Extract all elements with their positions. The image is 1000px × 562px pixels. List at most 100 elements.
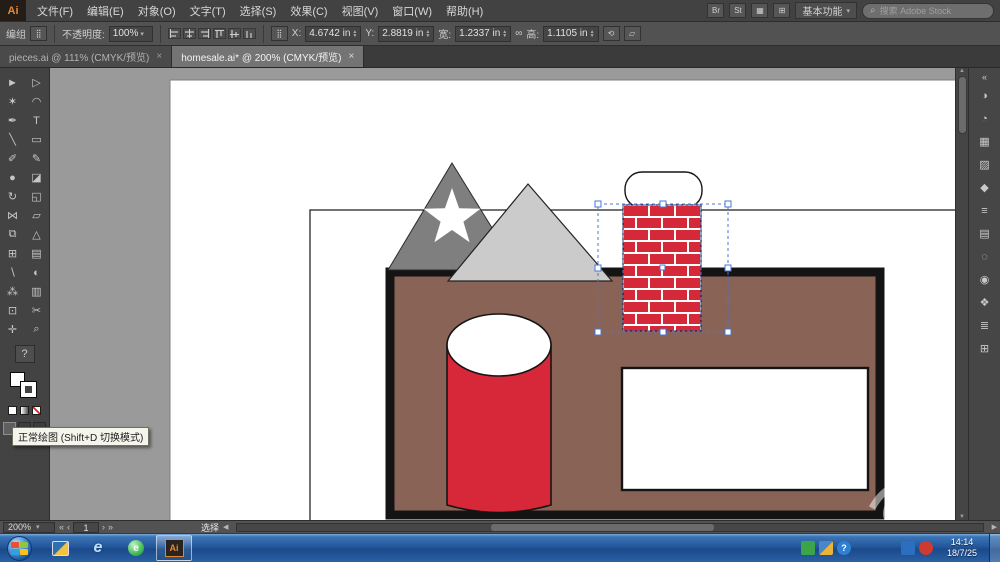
anchor-convert-icon[interactable]: ⣿ — [30, 26, 47, 41]
menu-help[interactable]: 帮助(H) — [439, 0, 490, 22]
zoom-tool[interactable]: ⌕ — [25, 320, 49, 339]
color-guide-panel-icon[interactable]: ◔ — [973, 107, 997, 130]
cylinder-top-ellipse[interactable] — [447, 314, 551, 376]
mesh-tool[interactable]: ⊞ — [1, 244, 25, 263]
rotate-tool[interactable]: ↻ — [1, 187, 25, 206]
appearance-panel-icon[interactable]: ◉ — [973, 268, 997, 291]
stroke-swatch[interactable] — [21, 382, 36, 397]
align-bottom-button[interactable] — [243, 28, 256, 39]
horizontal-scroll-thumb[interactable] — [491, 524, 715, 531]
menu-type[interactable]: 文字(T) — [183, 0, 233, 22]
first-artboard-button[interactable]: « — [59, 522, 64, 532]
hand-tool[interactable]: ✛ — [1, 320, 25, 339]
show-desktop-button[interactable] — [989, 534, 1000, 562]
width-input[interactable]: 1.2337 in ▲▼ — [455, 26, 511, 42]
tray-help-icon[interactable]: ? — [837, 541, 851, 555]
scale-tool[interactable]: ◱ — [25, 187, 49, 206]
selection-handle[interactable] — [660, 201, 666, 207]
taskbar-item-browser[interactable]: e — [118, 535, 154, 561]
direct-selection-tool[interactable]: ▷ — [25, 73, 49, 92]
taskbar-item-ie[interactable]: e — [80, 535, 116, 561]
selection-handle[interactable] — [725, 329, 731, 335]
constrain-proportions-icon[interactable]: ∞ — [515, 28, 522, 39]
selection-handle[interactable] — [660, 329, 666, 335]
artboards-panel-icon[interactable]: ⊞ — [973, 337, 997, 360]
layers-panel-icon[interactable]: ≣ — [973, 314, 997, 337]
blend-tool[interactable]: ◐ — [25, 263, 49, 282]
help-button[interactable]: ? — [15, 345, 35, 363]
none-button[interactable] — [32, 406, 41, 415]
swatches-panel-icon[interactable]: ▦ — [973, 130, 997, 153]
selection-handle[interactable] — [595, 201, 601, 207]
pencil-tool[interactable]: ✎ — [25, 149, 49, 168]
tile-documents-icon[interactable]: ⊞ — [773, 3, 790, 18]
window-rectangle[interactable] — [622, 368, 868, 490]
scroll-right-icon[interactable]: ▶ — [992, 523, 997, 531]
blob-brush-tool[interactable]: ● — [1, 168, 25, 187]
selection-handle[interactable] — [725, 201, 731, 207]
horizontal-scrollbar[interactable] — [236, 523, 983, 532]
transparency-panel-icon[interactable]: ◌ — [973, 245, 997, 268]
pen-tool[interactable]: ✒ — [1, 111, 25, 130]
lasso-tool[interactable]: ◠ — [25, 92, 49, 111]
x-input[interactable]: 4.6742 in ▲▼ — [305, 26, 361, 42]
stock-search-box[interactable]: ⌕ — [862, 3, 994, 19]
symbol-sprayer-tool[interactable]: ⁂ — [1, 282, 25, 301]
slice-tool[interactable]: ✂ — [25, 301, 49, 320]
artboard-tool[interactable]: ⊡ — [1, 301, 25, 320]
stepper-icon[interactable]: ▲▼ — [425, 30, 430, 38]
type-tool[interactable]: T — [25, 111, 49, 130]
shape-builder-tool[interactable]: ⧉ — [1, 225, 25, 244]
fill-stroke-widget[interactable] — [8, 371, 42, 401]
tray-green-icon[interactable] — [801, 541, 815, 555]
previous-artboard-button[interactable]: ‹ — [67, 522, 70, 532]
scroll-up-icon[interactable]: ▲ — [959, 68, 965, 74]
eyedropper-tool[interactable]: ∖ — [1, 263, 25, 282]
taskbar-clock[interactable]: 14:14 18/7/25 — [947, 537, 977, 559]
taskbar-item-photos[interactable] — [42, 535, 78, 561]
menu-view[interactable]: 视图(V) — [335, 0, 386, 22]
line-segment-tool[interactable]: ╲ — [1, 130, 25, 149]
zoom-control[interactable]: 200% ▾ — [3, 522, 55, 533]
gradient-button[interactable] — [20, 406, 29, 415]
stepper-icon[interactable]: ▲▼ — [590, 30, 595, 38]
paintbrush-tool[interactable]: ✐ — [1, 149, 25, 168]
rotate-icon[interactable]: ⟲ — [603, 26, 620, 41]
workspace-switcher[interactable]: 基本功能 ▾ — [795, 2, 857, 19]
selection-handle[interactable] — [595, 265, 601, 271]
color-panel-icon[interactable]: ◑ — [973, 84, 997, 107]
canvas-area[interactable] — [50, 68, 955, 520]
expand-panels-icon[interactable]: « — [973, 70, 997, 84]
menu-edit[interactable]: 编辑(E) — [80, 0, 131, 22]
selection-tool[interactable]: ► — [1, 73, 25, 92]
selection-handle[interactable] — [595, 329, 601, 335]
vertical-scrollbar[interactable]: ▲ ▼ — [955, 68, 968, 520]
start-button[interactable] — [7, 536, 32, 561]
arrange-documents-icon[interactable]: ▦ — [751, 3, 768, 18]
shear-icon[interactable]: ▱ — [624, 26, 641, 41]
free-transform-tool[interactable]: ▱ — [25, 206, 49, 225]
magic-wand-tool[interactable]: ✶ — [1, 92, 25, 111]
menu-file[interactable]: 文件(F) — [30, 0, 80, 22]
reference-point-selector[interactable]: ⣿ — [271, 26, 288, 41]
graphic-styles-panel-icon[interactable]: ❖ — [973, 291, 997, 314]
scroll-down-icon[interactable]: ▼ — [959, 514, 965, 520]
color-button[interactable] — [8, 406, 17, 415]
tray-blue-icon[interactable] — [901, 541, 915, 555]
close-icon[interactable]: × — [348, 51, 354, 62]
selection-handle[interactable] — [725, 265, 731, 271]
align-top-button[interactable] — [213, 28, 226, 39]
last-artboard-button[interactable]: » — [108, 522, 113, 532]
gradient-tool[interactable]: ▤ — [25, 244, 49, 263]
perspective-grid-tool[interactable]: △ — [25, 225, 49, 244]
tab-pieces[interactable]: pieces.ai @ 111% (CMYK/预览) × — [0, 46, 172, 67]
close-icon[interactable]: × — [156, 51, 162, 62]
menu-effect[interactable]: 效果(C) — [283, 0, 334, 22]
stock-icon[interactable]: St — [729, 3, 746, 18]
eraser-tool[interactable]: ◪ — [25, 168, 49, 187]
align-center-button[interactable] — [183, 28, 196, 39]
stepper-icon[interactable]: ▲▼ — [352, 30, 357, 38]
selection-center-point[interactable] — [660, 265, 665, 270]
artboard-number-field[interactable]: 1 — [73, 522, 99, 533]
column-graph-tool[interactable]: ▥ — [25, 282, 49, 301]
